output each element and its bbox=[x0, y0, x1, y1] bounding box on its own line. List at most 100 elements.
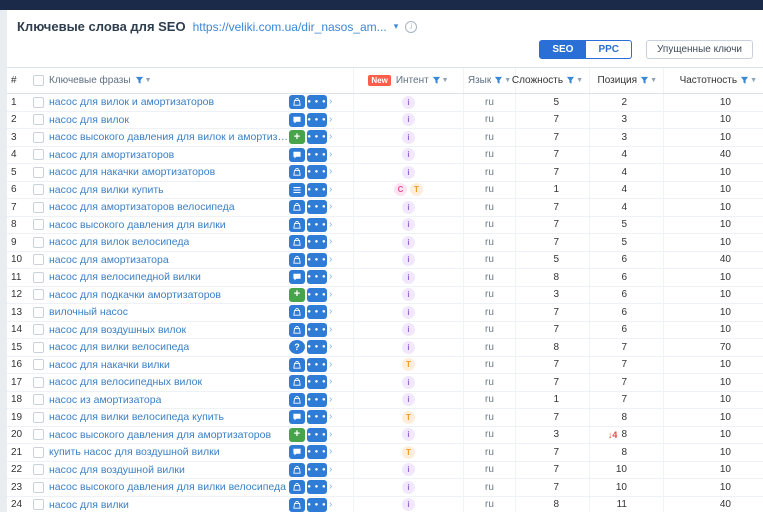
keyword-link[interactable]: насос высокого давления для вилки bbox=[49, 219, 226, 231]
keyword-link[interactable]: насос высокого давления для амортизаторо… bbox=[49, 429, 271, 441]
keyword-link[interactable]: насос для амортизатора bbox=[49, 254, 169, 266]
keyword-link[interactable]: насос для велосипедных вилок bbox=[49, 376, 202, 388]
difficulty-filter-caret-icon[interactable]: ▼ bbox=[576, 77, 583, 84]
expand-caret-icon[interactable]: › bbox=[329, 97, 332, 107]
keyword-link[interactable]: насос для вилок велосипеда bbox=[49, 236, 189, 248]
keyword-link[interactable]: насос для подкачки амортизаторов bbox=[49, 289, 221, 301]
row-checkbox[interactable] bbox=[32, 166, 44, 178]
chat-bubble-icon[interactable] bbox=[289, 112, 305, 127]
row-checkbox[interactable] bbox=[32, 324, 44, 336]
shopping-bag-icon[interactable] bbox=[289, 95, 305, 110]
more-actions-button[interactable]: ● ● ● bbox=[307, 235, 327, 250]
keyword-link[interactable]: насос для вилки купить bbox=[49, 184, 164, 196]
chat-bubble-icon[interactable] bbox=[289, 410, 305, 425]
more-actions-button[interactable]: ● ● ● bbox=[307, 252, 327, 267]
expand-caret-icon[interactable]: › bbox=[329, 114, 332, 125]
intent-filter-caret-icon[interactable]: ▼ bbox=[442, 77, 449, 84]
row-checkbox[interactable] bbox=[32, 271, 44, 283]
row-checkbox[interactable] bbox=[32, 411, 44, 423]
keyword-filter-caret-icon[interactable]: ▼ bbox=[145, 77, 152, 84]
plus-icon[interactable]: + bbox=[289, 130, 305, 145]
keyword-link[interactable]: насос высокого давления для вилки велоси… bbox=[49, 481, 286, 493]
row-checkbox[interactable] bbox=[32, 184, 44, 196]
keyword-link[interactable]: насос из амортизатора bbox=[49, 394, 161, 406]
shopping-bag-icon[interactable] bbox=[289, 305, 305, 320]
expand-caret-icon[interactable]: › bbox=[329, 167, 332, 177]
shopping-bag-icon[interactable] bbox=[289, 392, 305, 407]
plus-icon[interactable]: + bbox=[289, 287, 305, 302]
expand-caret-icon[interactable]: › bbox=[329, 202, 332, 212]
expand-caret-icon[interactable]: › bbox=[329, 342, 332, 352]
more-actions-button[interactable]: ● ● ● bbox=[307, 410, 327, 425]
keyword-link[interactable]: купить насос для воздушной вилки bbox=[49, 446, 220, 458]
row-checkbox[interactable] bbox=[32, 359, 44, 371]
position-filter-caret-icon[interactable]: ▼ bbox=[650, 77, 657, 84]
question-icon[interactable]: ? bbox=[289, 340, 305, 355]
shopping-bag-icon[interactable] bbox=[289, 497, 305, 512]
intent-filter-icon[interactable]: ▼ bbox=[432, 76, 449, 85]
shopping-bag-icon[interactable] bbox=[289, 252, 305, 267]
more-actions-button[interactable]: ● ● ● bbox=[307, 182, 327, 197]
row-checkbox[interactable] bbox=[32, 149, 44, 161]
expand-caret-icon[interactable]: › bbox=[329, 377, 332, 387]
more-actions-button[interactable]: ● ● ● bbox=[307, 497, 327, 512]
more-actions-button[interactable]: ● ● ● bbox=[307, 200, 327, 215]
more-actions-button[interactable]: ● ● ● bbox=[307, 147, 327, 162]
more-actions-button[interactable]: ● ● ● bbox=[307, 95, 327, 110]
difficulty-filter-icon[interactable]: ▼ bbox=[566, 76, 583, 85]
tab-seo[interactable]: SEO bbox=[539, 40, 587, 59]
shopping-bag-icon[interactable] bbox=[289, 375, 305, 390]
url-dropdown-caret-icon[interactable]: ▾ bbox=[394, 21, 399, 32]
expand-caret-icon[interactable]: › bbox=[329, 254, 332, 265]
row-checkbox[interactable] bbox=[32, 429, 44, 441]
more-actions-button[interactable]: ● ● ● bbox=[307, 165, 327, 180]
row-checkbox[interactable] bbox=[32, 201, 44, 213]
keyword-filter-icon[interactable]: ▼ bbox=[135, 76, 152, 85]
shopping-bag-icon[interactable] bbox=[289, 235, 305, 250]
tab-ppc[interactable]: PPC bbox=[586, 40, 633, 59]
keyword-link[interactable]: насос для вилок bbox=[49, 114, 129, 126]
keyword-link[interactable]: насос для воздушных вилок bbox=[49, 324, 186, 336]
shopping-bag-icon[interactable] bbox=[289, 200, 305, 215]
keyword-link[interactable]: насос для накачки амортизаторов bbox=[49, 166, 215, 178]
keyword-link[interactable]: насос для амортизаторов bbox=[49, 149, 174, 161]
frequency-filter-caret-icon[interactable]: ▼ bbox=[750, 77, 757, 84]
row-checkbox[interactable] bbox=[32, 219, 44, 231]
frequency-filter-icon[interactable]: ▼ bbox=[740, 76, 757, 85]
keyword-link[interactable]: вилочный насос bbox=[49, 306, 128, 318]
keyword-link[interactable]: насос для вилок и амортизаторов bbox=[49, 96, 214, 108]
select-all-checkbox[interactable] bbox=[32, 75, 44, 86]
more-actions-button[interactable]: ● ● ● bbox=[307, 375, 327, 390]
keyword-link[interactable]: насос для вилки велосипеда купить bbox=[49, 411, 224, 423]
expand-caret-icon[interactable]: › bbox=[329, 219, 332, 230]
list-icon[interactable] bbox=[289, 182, 305, 197]
keyword-link[interactable]: насос для велосипедной вилки bbox=[49, 271, 201, 283]
shopping-bag-icon[interactable] bbox=[289, 462, 305, 477]
more-actions-button[interactable]: ● ● ● bbox=[307, 462, 327, 477]
row-checkbox[interactable] bbox=[32, 131, 44, 143]
row-checkbox[interactable] bbox=[32, 289, 44, 301]
lang-filter-caret-icon[interactable]: ▼ bbox=[504, 77, 511, 84]
expand-caret-icon[interactable]: › bbox=[329, 429, 332, 440]
expand-caret-icon[interactable]: › bbox=[329, 412, 332, 422]
more-actions-button[interactable]: ● ● ● bbox=[307, 130, 327, 145]
more-actions-button[interactable]: ● ● ● bbox=[307, 427, 327, 442]
missed-keywords-button[interactable]: Упущенные ключи bbox=[646, 40, 753, 59]
keyword-link[interactable]: насос для воздушной вилки bbox=[49, 464, 185, 476]
position-filter-icon[interactable]: ▼ bbox=[640, 76, 657, 85]
row-checkbox[interactable] bbox=[32, 341, 44, 353]
expand-caret-icon[interactable]: › bbox=[329, 184, 332, 195]
expand-caret-icon[interactable]: › bbox=[329, 289, 332, 300]
row-checkbox[interactable] bbox=[32, 96, 44, 108]
row-checkbox[interactable] bbox=[32, 236, 44, 248]
expand-caret-icon[interactable]: › bbox=[329, 149, 332, 160]
expand-caret-icon[interactable]: › bbox=[329, 132, 332, 142]
row-checkbox[interactable] bbox=[32, 254, 44, 266]
expand-caret-icon[interactable]: › bbox=[329, 307, 332, 317]
row-checkbox[interactable] bbox=[32, 464, 44, 476]
chat-bubble-icon[interactable] bbox=[289, 445, 305, 460]
more-actions-button[interactable]: ● ● ● bbox=[307, 340, 327, 355]
more-actions-button[interactable]: ● ● ● bbox=[307, 322, 327, 337]
more-actions-button[interactable]: ● ● ● bbox=[307, 357, 327, 372]
lang-filter-icon[interactable]: ▼ bbox=[494, 76, 511, 85]
